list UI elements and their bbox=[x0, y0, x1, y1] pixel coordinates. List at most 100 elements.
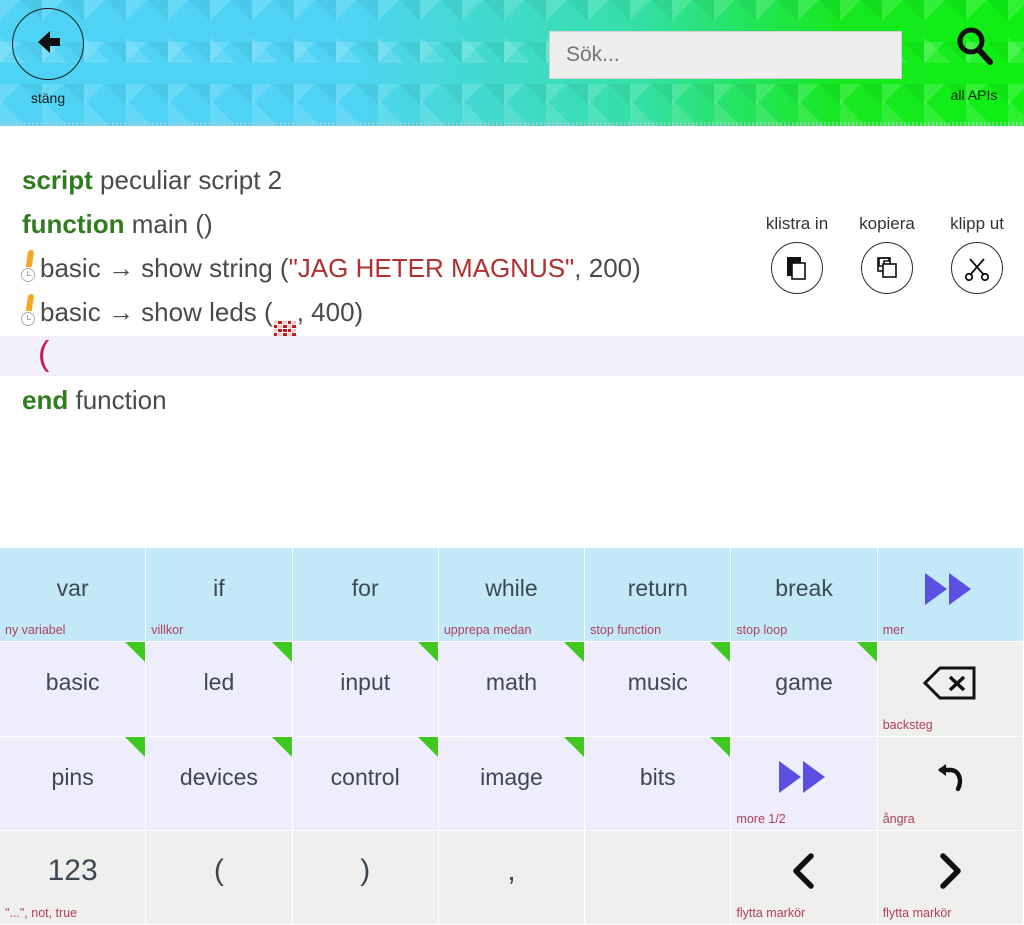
key-for[interactable]: for bbox=[292, 548, 439, 643]
key-label: control bbox=[330, 763, 400, 790]
key-blank[interactable] bbox=[585, 830, 732, 925]
expandable-corner-icon bbox=[564, 642, 585, 663]
paste-icon bbox=[771, 242, 823, 294]
key-pins[interactable]: pins bbox=[0, 736, 147, 831]
led-pixel bbox=[273, 320, 278, 324]
key-hint: stop loop bbox=[736, 623, 788, 638]
led-pixel bbox=[282, 325, 287, 329]
paste-button[interactable]: klistra in bbox=[760, 214, 834, 294]
cut-label: klipp ut bbox=[950, 214, 1004, 233]
key-var[interactable]: var ny variabel bbox=[0, 548, 147, 643]
key-break[interactable]: break stop loop bbox=[731, 548, 878, 643]
expandable-corner-icon bbox=[417, 642, 438, 663]
stmt1-arrow: → bbox=[107, 253, 134, 283]
key-label: break bbox=[775, 575, 833, 602]
key-if[interactable]: if villkor bbox=[146, 548, 293, 643]
undo-icon bbox=[932, 759, 968, 795]
stmt1-receiver[interactable]: basic bbox=[40, 253, 101, 283]
key-while[interactable]: while upprepa medan bbox=[438, 548, 586, 643]
stmt2-receiver[interactable]: basic bbox=[40, 297, 101, 327]
key-hint: flytta markör bbox=[736, 906, 806, 920]
end-keyword: end bbox=[22, 385, 69, 415]
search-input[interactable] bbox=[549, 31, 902, 79]
expandable-corner-icon bbox=[856, 642, 877, 663]
key-hint: ny variabel bbox=[5, 623, 66, 638]
key-chevron-right[interactable]: flytta markör bbox=[877, 830, 1024, 925]
expandable-corner-icon bbox=[417, 736, 438, 757]
current-empty-line[interactable]: ( bbox=[0, 335, 1024, 376]
led-pixel bbox=[287, 320, 292, 324]
stmt2-num-arg[interactable]: 400 bbox=[311, 297, 354, 327]
key-label: ) bbox=[360, 854, 371, 888]
stmt1-method[interactable]: show string bbox=[141, 253, 273, 283]
all-apis-button[interactable]: all APIs bbox=[938, 24, 1010, 103]
key-backspace[interactable]: backsteg bbox=[877, 642, 1024, 737]
key-input[interactable]: input bbox=[292, 642, 439, 737]
key-label: led bbox=[203, 669, 235, 696]
expandable-corner-icon bbox=[125, 736, 146, 757]
stmt1-num-arg[interactable]: 200 bbox=[589, 253, 632, 283]
code-line-script[interactable]: script peculiar script 2 bbox=[0, 158, 1024, 202]
key-bits[interactable]: bits bbox=[585, 736, 732, 831]
key-label: return bbox=[627, 575, 688, 602]
expandable-corner-icon bbox=[125, 642, 146, 663]
chevron-right-icon bbox=[933, 852, 967, 890]
script-name[interactable]: peculiar script 2 bbox=[100, 165, 282, 195]
expandable-corner-icon bbox=[710, 642, 731, 663]
key-game[interactable]: game bbox=[731, 642, 878, 737]
key-chevron-left[interactable]: flytta markör bbox=[731, 830, 878, 925]
function-keyword: function bbox=[22, 209, 125, 239]
key-[interactable]: ) bbox=[292, 830, 439, 925]
key-hint: backsteg bbox=[882, 717, 933, 732]
function-name[interactable]: main () bbox=[132, 209, 213, 239]
key-image[interactable]: image bbox=[438, 736, 586, 831]
key-undo[interactable]: ångra bbox=[877, 736, 1024, 831]
stmt2-comma: , bbox=[296, 297, 312, 327]
led-pixel bbox=[292, 320, 296, 324]
stmt1-string-arg[interactable]: "JAG HETER MAGNUS" bbox=[289, 253, 575, 283]
key-123[interactable]: 123 "...", not, true bbox=[0, 830, 147, 925]
key-music[interactable]: music bbox=[585, 642, 732, 737]
code-keyboard[interactable]: var ny variabel if villkor for while upprepa m… bbox=[0, 548, 1024, 925]
key-led[interactable]: led bbox=[146, 642, 293, 737]
led-pixel bbox=[287, 325, 292, 329]
copy-button[interactable]: kopiera bbox=[850, 214, 924, 294]
cut-button[interactable]: klipp ut bbox=[940, 214, 1014, 294]
key-hint: upprepa medan bbox=[443, 623, 532, 638]
key-[interactable]: , bbox=[438, 830, 586, 925]
key-hint: "...", not, true bbox=[5, 906, 78, 920]
key-label: var bbox=[56, 575, 89, 602]
close-button[interactable] bbox=[12, 8, 84, 80]
key-basic[interactable]: basic bbox=[0, 642, 147, 737]
key-hint: stop function bbox=[590, 623, 662, 638]
led-pixel bbox=[273, 325, 278, 329]
key-hint: mer bbox=[882, 623, 905, 638]
key-label: basic bbox=[45, 669, 100, 696]
key-hint: villkor bbox=[151, 623, 184, 638]
stmt2-arrow: → bbox=[107, 297, 134, 327]
key-label: game bbox=[775, 669, 833, 696]
copy-icon bbox=[861, 242, 913, 294]
async-clock-icon bbox=[18, 294, 44, 332]
stmt2-open-paren: ( bbox=[264, 297, 273, 327]
key-fast-forward[interactable]: mer bbox=[877, 548, 1024, 643]
key-math[interactable]: math bbox=[438, 642, 586, 737]
expandable-corner-icon bbox=[564, 736, 585, 757]
key-label: math bbox=[485, 669, 538, 696]
led-pixel bbox=[273, 329, 278, 333]
key-return[interactable]: return stop function bbox=[585, 548, 732, 643]
stmt2-method[interactable]: show leds bbox=[141, 297, 257, 327]
key-label: if bbox=[213, 575, 225, 602]
key-hint: flytta markör bbox=[882, 906, 952, 920]
code-editor[interactable]: script peculiar script 2 function main (… bbox=[0, 126, 1024, 544]
code-statement-show-leds[interactable]: basic → show leds (, 400) bbox=[0, 290, 1024, 341]
expandable-corner-icon bbox=[271, 736, 292, 757]
key-[interactable]: ( bbox=[146, 830, 293, 925]
led-pixel bbox=[278, 320, 282, 324]
code-line-end[interactable]: end function bbox=[0, 378, 1024, 422]
key-control[interactable]: control bbox=[292, 736, 439, 831]
key-fast-forward[interactable]: more 1/2 bbox=[731, 736, 878, 831]
led-pixel bbox=[282, 329, 287, 333]
expandable-corner-icon bbox=[710, 736, 731, 757]
key-devices[interactable]: devices bbox=[146, 736, 293, 831]
